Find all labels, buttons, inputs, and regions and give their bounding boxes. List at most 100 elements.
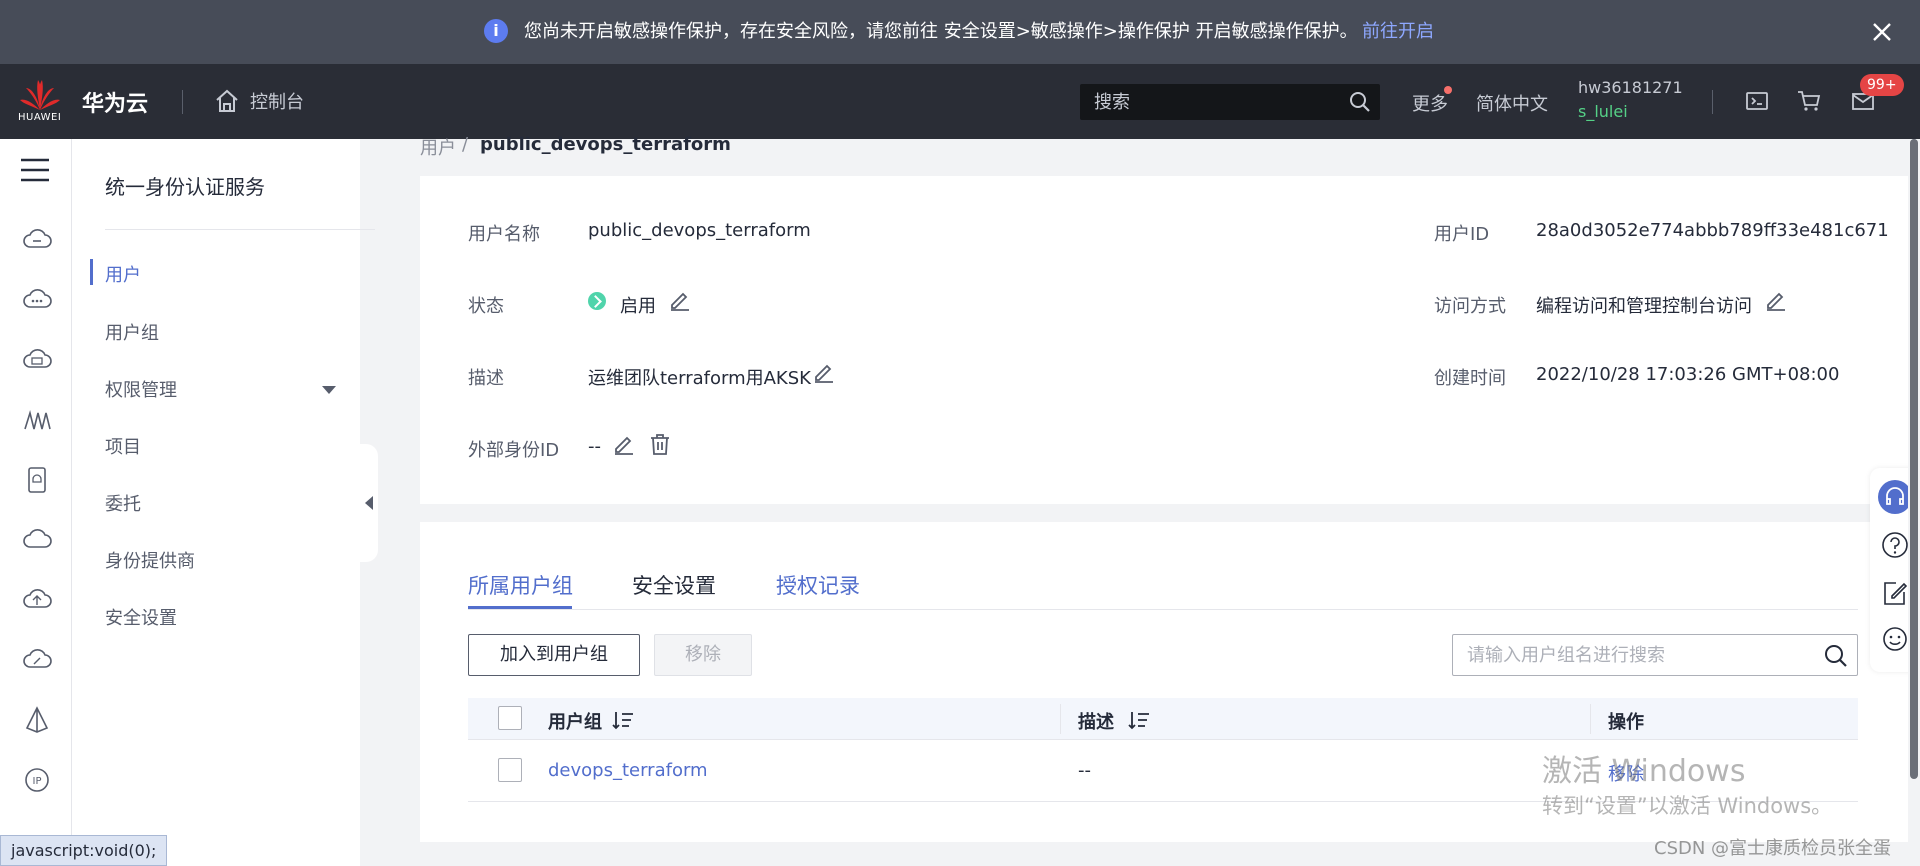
cart-icon[interactable] (1796, 88, 1822, 114)
more-menu[interactable]: 更多 (1412, 90, 1448, 116)
chevron-left-icon (365, 496, 373, 510)
page-scrollbar[interactable] (1908, 139, 1920, 866)
delete-icon[interactable] (648, 432, 672, 456)
column-header-action: 操作 (1608, 712, 1644, 733)
customer-service-icon[interactable] (1878, 480, 1912, 514)
brand-name[interactable]: 华为云 (82, 86, 148, 118)
banner-enable-link[interactable]: 前往开启 (1362, 20, 1434, 44)
collapse-sidebar-button[interactable] (358, 444, 378, 562)
global-search[interactable] (1080, 84, 1380, 120)
iam-user-name[interactable]: s_lulei (1578, 102, 1628, 121)
browser-status-bar: javascript:void(0); (0, 835, 168, 866)
satisfaction-icon[interactable] (1880, 624, 1910, 654)
external-id-label: 外部身份ID (468, 440, 560, 461)
help-icon[interactable] (1880, 530, 1910, 560)
edit-status-icon[interactable] (668, 288, 692, 312)
top-navigation: HUAWEI 华为云 控制台 更多 简体中文 hw36181271 s_lule… (0, 64, 1920, 139)
sort-icon[interactable] (612, 710, 634, 730)
pyramid-icon[interactable] (22, 705, 52, 735)
cloud-icon[interactable] (22, 525, 52, 555)
tab-divider (468, 609, 1858, 610)
search-icon[interactable] (1823, 643, 1849, 669)
group-search[interactable] (1452, 634, 1858, 676)
add-to-group-button[interactable]: 加入到用户组 (468, 634, 640, 676)
access-type-value: 编程访问和管理控制台访问 (1536, 296, 1752, 317)
feedback-icon[interactable] (1880, 578, 1910, 608)
svg-text:IP: IP (33, 776, 42, 787)
edit-external-id-icon[interactable] (612, 432, 636, 456)
breadcrumb-separator: / (462, 134, 469, 155)
column-header-description: 描述 (1078, 712, 1114, 733)
remove-button[interactable]: 移除 (654, 634, 752, 676)
sort-icon[interactable] (1128, 710, 1150, 730)
logo-wordmark: HUAWEI (18, 112, 62, 123)
notification-dot (1444, 86, 1452, 94)
column-header-group: 用户组 (548, 712, 602, 733)
banner-message: 您尚未开启敏感操作保护，存在安全风险，请您前往 安全设置>敏感操作>操作保护 开… (524, 21, 1358, 42)
csdn-watermark: CSDN @富士康质检员张全蛋 (1654, 838, 1892, 859)
menu-item-users[interactable]: 用户 (105, 261, 141, 287)
service-rail: IP (0, 139, 72, 866)
iam-side-menu: 统一身份认证服务 用户 用户组 权限管理 项目 委托 身份提供商 安全设置 (72, 139, 375, 866)
edit-access-type-icon[interactable] (1764, 288, 1788, 312)
menu-item-projects[interactable]: 项目 (105, 433, 141, 459)
description-value: 运维团队terraform用AKSK (588, 368, 811, 389)
column-divider (1060, 704, 1061, 734)
ip-icon[interactable]: IP (22, 765, 52, 795)
divider (105, 229, 375, 230)
console-link[interactable]: 控制台 (250, 88, 304, 114)
created-time-value: 2022/10/28 17:03:26 GMT+08:00 (1536, 364, 1840, 385)
status-value: 启用 (620, 296, 656, 317)
menu-item-security-settings[interactable]: 安全设置 (105, 604, 177, 630)
cloud-edit-icon[interactable] (22, 645, 52, 675)
menu-icon[interactable] (20, 157, 50, 183)
menu-item-agencies[interactable]: 委托 (105, 490, 141, 516)
tab-user-groups[interactable]: 所属用户组 (468, 570, 573, 600)
search-icon[interactable] (1348, 90, 1372, 114)
status-label: 状态 (468, 296, 504, 317)
analytics-icon[interactable] (22, 405, 52, 435)
active-indicator (90, 259, 93, 285)
user-id-label: 用户ID (1434, 224, 1490, 245)
edit-description-icon[interactable] (812, 360, 836, 384)
terminal-icon[interactable] (1744, 88, 1770, 114)
description-label: 描述 (468, 368, 504, 389)
close-icon[interactable] (1868, 18, 1896, 46)
group-search-input[interactable] (1467, 635, 1807, 675)
tab-security-settings[interactable]: 安全设置 (632, 570, 716, 600)
cloud-upload-icon[interactable] (22, 585, 52, 615)
message-count-badge: 99+ (1860, 74, 1904, 96)
windows-activation-hint: 转到“设置”以激活 Windows。 (1542, 794, 1833, 818)
windows-activation-watermark: 激活 Windows (1542, 754, 1746, 789)
access-type-label: 访问方式 (1434, 296, 1506, 317)
row-checkbox[interactable] (498, 758, 522, 782)
language-selector[interactable]: 简体中文 (1476, 90, 1548, 116)
mobile-storage-icon[interactable] (22, 465, 52, 495)
active-tab-indicator (468, 606, 572, 609)
global-search-input[interactable] (1094, 84, 1334, 120)
menu-item-permissions[interactable]: 权限管理 (105, 376, 177, 402)
select-all-checkbox[interactable] (498, 706, 522, 730)
cloud-database-icon[interactable] (22, 345, 52, 375)
info-icon: i (484, 19, 508, 43)
cloud-more-icon[interactable] (22, 285, 52, 315)
tab-authorization-records[interactable]: 授权记录 (776, 570, 860, 600)
menu-item-user-groups[interactable]: 用户组 (105, 319, 159, 345)
user-detail-card: 用户名称 public_devops_terraform 状态 启用 描述 运维… (420, 176, 1908, 504)
menu-item-identity-providers[interactable]: 身份提供商 (105, 547, 195, 573)
home-icon[interactable] (214, 88, 240, 114)
column-divider (1590, 704, 1591, 734)
account-name[interactable]: hw36181271 (1578, 78, 1683, 97)
username-label: 用户名称 (468, 224, 540, 245)
breadcrumb-users[interactable]: 用户 (420, 134, 456, 160)
breadcrumb-current: public_devops_terraform (480, 134, 731, 155)
scrollbar-thumb[interactable] (1910, 139, 1918, 779)
divider (1712, 90, 1713, 114)
username-value: public_devops_terraform (588, 220, 811, 241)
chevron-down-icon[interactable] (322, 386, 336, 394)
service-title: 统一身份认证服务 (105, 175, 265, 199)
created-time-label: 创建时间 (1434, 368, 1506, 389)
group-description: -- (1078, 760, 1091, 781)
group-name-link[interactable]: devops_terraform (548, 760, 708, 781)
cloud-server-icon[interactable] (22, 225, 52, 255)
